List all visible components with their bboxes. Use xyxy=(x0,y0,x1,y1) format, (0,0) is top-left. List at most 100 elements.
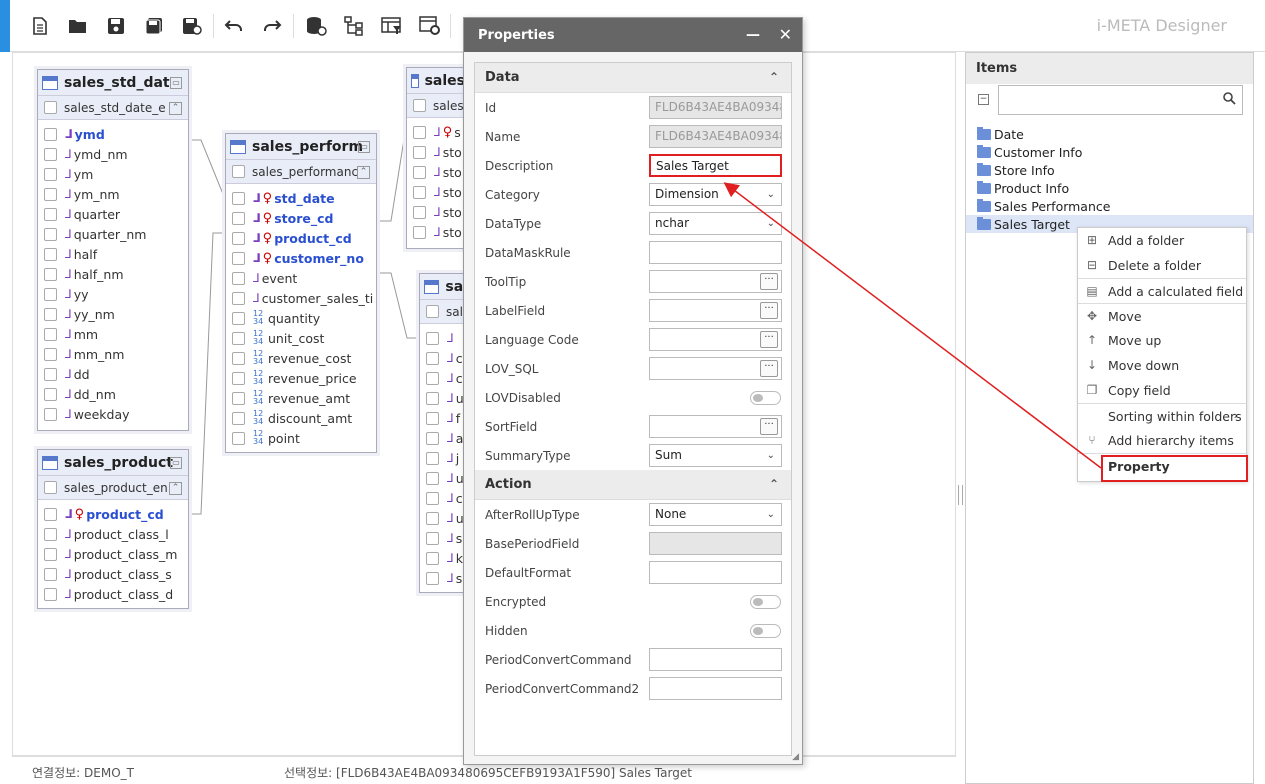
menu-copy-field[interactable]: ❐ Copy field xyxy=(1078,378,1246,403)
collapse-all-icon[interactable]: − xyxy=(978,94,989,105)
row-checkbox[interactable] xyxy=(44,327,57,341)
table-row[interactable]: ⅃ ♀ product_cd xyxy=(226,228,376,248)
save-all-icon[interactable] xyxy=(140,12,168,40)
table-sales-product[interactable]: sales_product ▭ sales_product_en ⌃ ⅃ ♀ produ… xyxy=(37,449,189,609)
save-db-icon[interactable] xyxy=(178,12,206,40)
tree-folder-date[interactable]: Date xyxy=(966,125,1253,143)
row-checkbox[interactable] xyxy=(44,407,57,421)
row-checkbox[interactable] xyxy=(426,411,439,425)
minimize-icon[interactable]: — xyxy=(746,27,760,43)
row-checkbox[interactable] xyxy=(426,431,439,445)
table-row[interactable]: ⅃ event xyxy=(226,268,376,288)
row-checkbox[interactable] xyxy=(413,185,426,199)
lovdisabled-toggle[interactable] xyxy=(750,391,781,405)
row-checkbox[interactable] xyxy=(413,145,426,159)
table-row[interactable]: ⅃ quarter xyxy=(38,204,188,224)
undo-icon[interactable] xyxy=(220,12,248,40)
ellipsis-button[interactable]: ··· xyxy=(760,331,778,348)
table-row[interactable]: 12 34 quantity xyxy=(226,308,376,328)
close-icon[interactable]: ✕ xyxy=(779,25,792,44)
row-checkbox[interactable] xyxy=(426,531,439,545)
row-checkbox[interactable] xyxy=(232,371,245,385)
redo-icon[interactable] xyxy=(258,12,286,40)
collapse-icon[interactable]: ▭ xyxy=(170,77,182,89)
settings-table-icon[interactable] xyxy=(416,12,444,40)
table-filter-icon[interactable] xyxy=(378,12,406,40)
table-header[interactable]: sales_product ▭ xyxy=(38,450,188,476)
row-checkbox[interactable] xyxy=(426,551,439,565)
description-field[interactable]: Sales Target xyxy=(649,154,782,177)
table-row[interactable]: ⅃ customer_sales_ti xyxy=(226,288,376,308)
row-checkbox[interactable] xyxy=(426,491,439,505)
table-row[interactable]: ⅃ half_nm xyxy=(38,264,188,284)
table-row[interactable]: ⅃ mm_nm xyxy=(38,344,188,364)
row-checkbox[interactable] xyxy=(232,411,245,425)
save-icon[interactable] xyxy=(102,12,130,40)
table-row[interactable]: ⅃ k xyxy=(420,548,468,568)
table-row[interactable]: ⅃ ♀ s xyxy=(407,122,465,142)
row-checkbox[interactable] xyxy=(232,431,245,445)
row-checkbox[interactable] xyxy=(232,331,245,345)
table-row[interactable]: ⅃ mm xyxy=(38,324,188,344)
tree-folder-sales-performance[interactable]: Sales Performance xyxy=(966,197,1253,215)
table-row[interactable]: ⅃ c xyxy=(420,368,468,388)
row-checkbox[interactable] xyxy=(44,527,57,541)
row-checkbox[interactable] xyxy=(426,571,439,585)
category-select[interactable]: Dimension ⌄ xyxy=(649,183,782,206)
chevron-up-icon[interactable]: ⌃ xyxy=(169,102,182,115)
table-row[interactable]: ⅃ j xyxy=(420,448,468,468)
row-checkbox[interactable] xyxy=(426,371,439,385)
row-checkbox[interactable] xyxy=(232,391,245,405)
table-row[interactable]: ⅃ c xyxy=(420,348,468,368)
ellipsis-button[interactable]: ··· xyxy=(760,302,778,319)
periodconvert2-field[interactable] xyxy=(649,677,782,700)
section-action[interactable]: Action ⌃ xyxy=(475,470,791,500)
defaultformat-field[interactable] xyxy=(649,561,782,584)
table-row[interactable]: ⅃ dd xyxy=(38,364,188,384)
datatype-select[interactable]: nchar ⌄ xyxy=(649,212,782,235)
menu-add-folder[interactable]: ⊞ Add a folder xyxy=(1078,228,1246,253)
table-header[interactable]: sales_perform ▭ xyxy=(226,134,376,160)
chevron-up-icon[interactable]: ⌃ xyxy=(357,166,370,179)
row-checkbox[interactable] xyxy=(232,251,245,265)
splitter-handle[interactable] xyxy=(958,485,963,505)
hierarchy-icon[interactable] xyxy=(340,12,368,40)
menu-sorting[interactable]: Sorting within folders › xyxy=(1078,403,1246,428)
table-row[interactable]: ⅃ u xyxy=(420,468,468,488)
table-row[interactable]: ⅃ ym_nm xyxy=(38,184,188,204)
row-checkbox[interactable] xyxy=(44,547,57,561)
row-checkbox[interactable] xyxy=(44,287,57,301)
chevron-up-icon[interactable]: ⌃ xyxy=(769,70,779,84)
row-checkbox[interactable] xyxy=(44,387,57,401)
lovsql-field[interactable]: ··· xyxy=(649,357,782,380)
row-checkbox[interactable] xyxy=(232,211,245,225)
table-row[interactable]: ⅃ s xyxy=(420,528,468,548)
row-checkbox[interactable] xyxy=(232,351,245,365)
chevron-up-icon[interactable]: ⌃ xyxy=(769,477,779,491)
table-row[interactable]: ⅃ sto xyxy=(407,202,465,222)
tooltip-field[interactable]: ··· xyxy=(649,270,782,293)
table-row[interactable]: 12 34 revenue_price xyxy=(226,368,376,388)
select-all-checkbox[interactable] xyxy=(232,165,245,178)
table-row[interactable]: ⅃ xyxy=(420,328,468,348)
section-data[interactable]: Data ⌃ xyxy=(475,63,791,93)
table-row[interactable]: ⅃ ♀ customer_no xyxy=(226,248,376,268)
new-document-icon[interactable] xyxy=(26,12,54,40)
table-row[interactable]: 12 34 revenue_cost xyxy=(226,348,376,368)
table-row[interactable]: ⅃ u xyxy=(420,388,468,408)
table-sales-customer[interactable]: sal sale ⅃ ⅃ c ⅃ c ⅃ u ⅃ f ⅃ a ⅃ j ⅃ u ⅃ c ⅃ u ⅃ s… xyxy=(419,273,470,593)
row-checkbox[interactable] xyxy=(426,351,439,365)
row-checkbox[interactable] xyxy=(413,225,426,239)
table-sales-store[interactable]: sales sales_ ⅃ ♀ s ⅃ sto ⅃ sto ⅃ sto ⅃ sto ⅃ st… xyxy=(406,67,470,249)
table-row[interactable]: ⅃ quarter_nm xyxy=(38,224,188,244)
chevron-up-icon[interactable]: ⌃ xyxy=(169,482,182,495)
row-checkbox[interactable] xyxy=(44,507,57,521)
periodconvert-field[interactable] xyxy=(649,648,782,671)
row-checkbox[interactable] xyxy=(44,227,57,241)
row-checkbox[interactable] xyxy=(44,367,57,381)
table-sales-perform[interactable]: sales_perform ▭ sales_performanc ⌃ ⅃ ♀ std_d… xyxy=(225,133,377,453)
row-checkbox[interactable] xyxy=(44,127,57,141)
table-row[interactable]: ⅃ u xyxy=(420,508,468,528)
afterrollup-select[interactable]: None ⌄ xyxy=(649,503,782,526)
database-link-icon[interactable] xyxy=(302,12,330,40)
